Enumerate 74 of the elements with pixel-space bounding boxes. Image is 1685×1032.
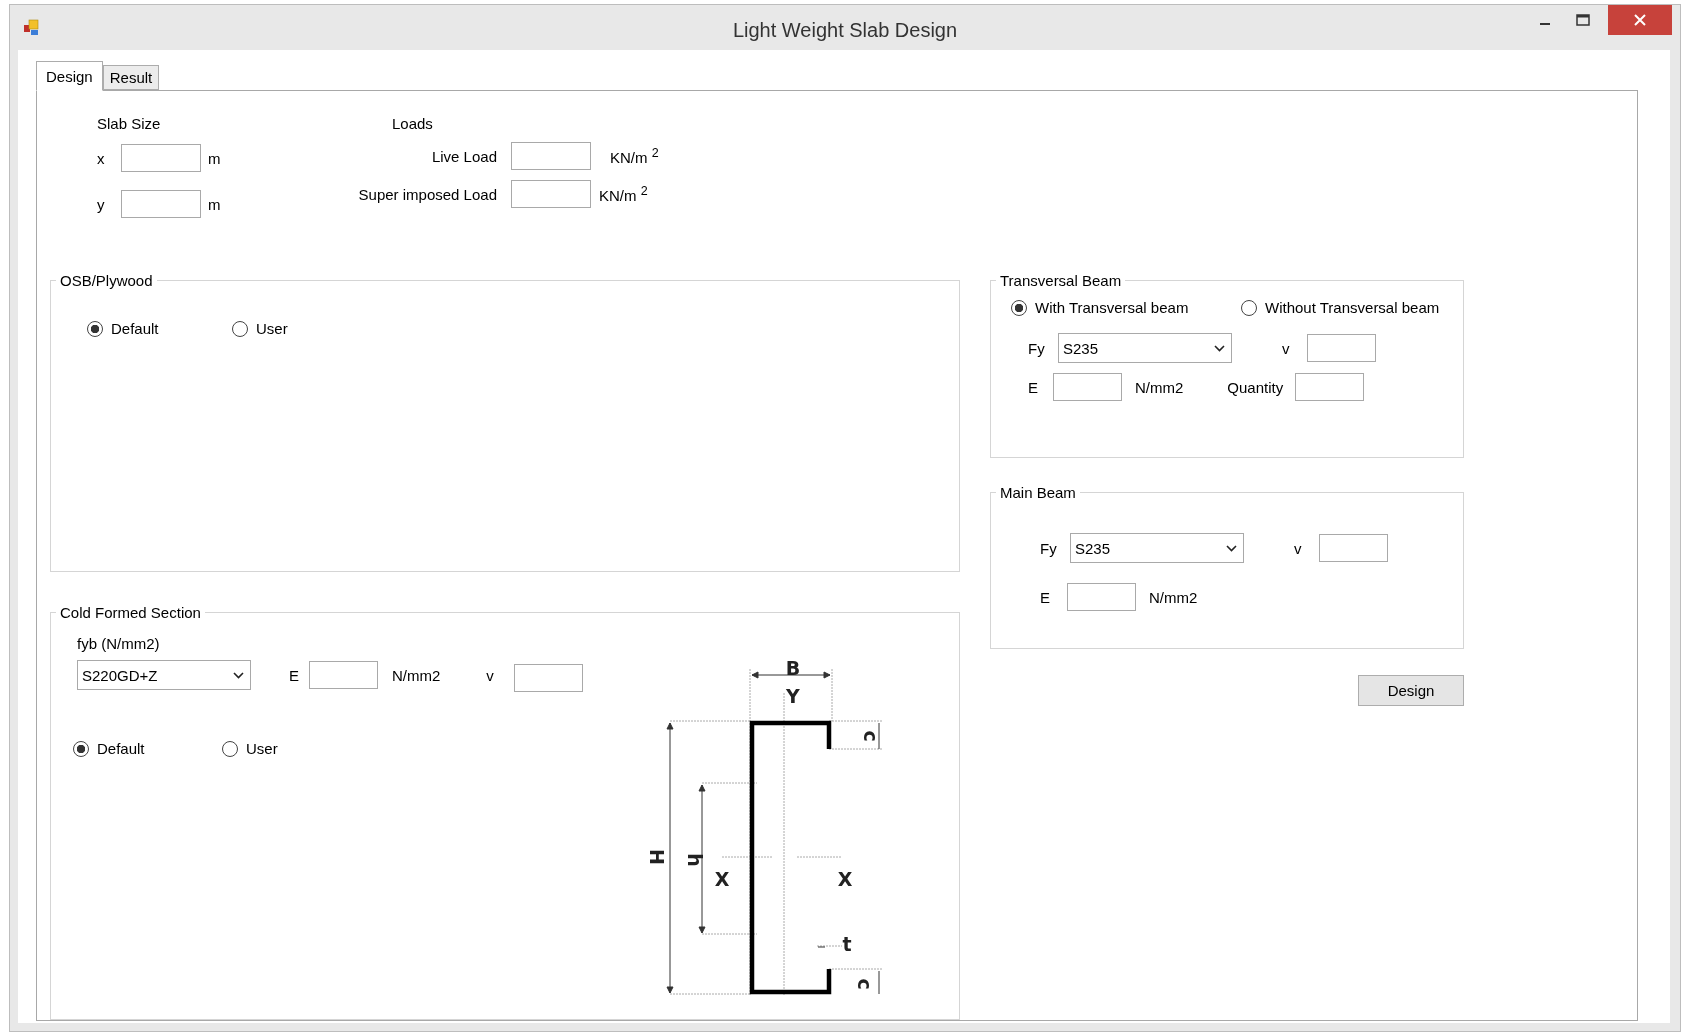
field-label: Fy xyxy=(1040,539,1058,557)
field-label: y xyxy=(97,195,106,213)
input-field[interactable] xyxy=(121,144,201,172)
radio-button[interactable] xyxy=(87,320,103,337)
section-label: Slab Size xyxy=(97,115,161,132)
field-label: Quantity xyxy=(1227,378,1284,396)
dropdown[interactable]: S235 xyxy=(1058,333,1232,363)
field-label: fyb (N/mm2) xyxy=(77,635,160,652)
radio-label: Default xyxy=(111,320,159,337)
group-title: Cold Formed Section xyxy=(59,604,202,621)
caret-icon xyxy=(233,671,244,679)
input-field[interactable] xyxy=(511,180,591,208)
close-button[interactable] xyxy=(1608,5,1672,35)
dimension-label: B xyxy=(785,657,801,679)
app-icon xyxy=(23,18,41,37)
group-title: Main Beam xyxy=(999,484,1077,501)
unit-label: N/mm2 xyxy=(1149,588,1198,606)
unit-label: m xyxy=(208,195,221,213)
group-title: Transversal Beam xyxy=(999,272,1123,289)
field-label: v xyxy=(1294,539,1303,557)
unit-label: N/mm2 xyxy=(1135,378,1184,396)
field-label: Fy xyxy=(1028,339,1046,357)
radio-button[interactable] xyxy=(222,740,238,757)
radio-label: User xyxy=(256,320,288,337)
radio-button[interactable] xyxy=(232,320,248,337)
dimension-label: c xyxy=(854,978,876,990)
unit-label: KN/m $^{2}$ xyxy=(610,146,659,166)
input-field[interactable] xyxy=(121,190,201,218)
field-label: Live Load xyxy=(430,147,497,165)
tab[interactable]: Design xyxy=(36,61,103,91)
caret-icon xyxy=(1214,344,1225,352)
dimension-label: c xyxy=(860,730,882,742)
dimension-label: h xyxy=(684,853,706,867)
unit-label: N/mm2 xyxy=(392,666,441,684)
radio-label: User xyxy=(246,740,278,757)
radio-button[interactable] xyxy=(73,740,89,757)
dropdown[interactable]: S235 xyxy=(1070,533,1244,563)
field-label: Super imposed Load xyxy=(357,185,497,203)
caret-icon xyxy=(1226,544,1237,552)
radio-label: Without Transversal beam xyxy=(1265,299,1440,316)
field-label: v xyxy=(486,666,494,684)
field-label: E xyxy=(1040,588,1051,606)
radio-label: Default xyxy=(97,740,145,757)
dimension-label: t xyxy=(842,933,852,955)
input-field[interactable] xyxy=(1053,373,1122,401)
radio-button[interactable] xyxy=(1241,299,1257,316)
window-title: Light Weight Slab Design xyxy=(731,19,959,42)
radio-button[interactable] xyxy=(1011,299,1027,316)
section-label: Loads xyxy=(392,115,433,132)
unit-label: m xyxy=(208,149,221,167)
dimension-label: X xyxy=(837,868,853,890)
dimension-label: H xyxy=(646,849,668,865)
input-field[interactable] xyxy=(1067,583,1136,611)
group-title: OSB/Plywood xyxy=(59,272,154,289)
dimension-label: Y xyxy=(786,685,800,707)
design-button[interactable]: Design xyxy=(1358,675,1464,706)
close-icon xyxy=(1634,14,1646,26)
field-label: v xyxy=(1282,339,1291,357)
input-field[interactable] xyxy=(1307,334,1376,362)
unit-label: KN/m $^{2}$ xyxy=(599,184,648,204)
maximize-icon xyxy=(1576,14,1590,26)
input-field[interactable] xyxy=(309,661,378,689)
field-label: E xyxy=(1028,378,1039,396)
input-field[interactable] xyxy=(1319,534,1388,562)
input-field[interactable] xyxy=(511,142,591,170)
dropdown[interactable]: S220GD+Z xyxy=(77,660,251,690)
minimize-icon xyxy=(1540,23,1550,25)
field-label: x xyxy=(97,149,106,167)
field-label: E xyxy=(289,666,299,684)
radio-label: With Transversal beam xyxy=(1035,299,1189,316)
tab[interactable]: Result xyxy=(102,65,160,90)
input-field[interactable] xyxy=(513,664,583,692)
input-field[interactable] xyxy=(1295,373,1365,401)
dimension-label: X xyxy=(714,868,730,890)
